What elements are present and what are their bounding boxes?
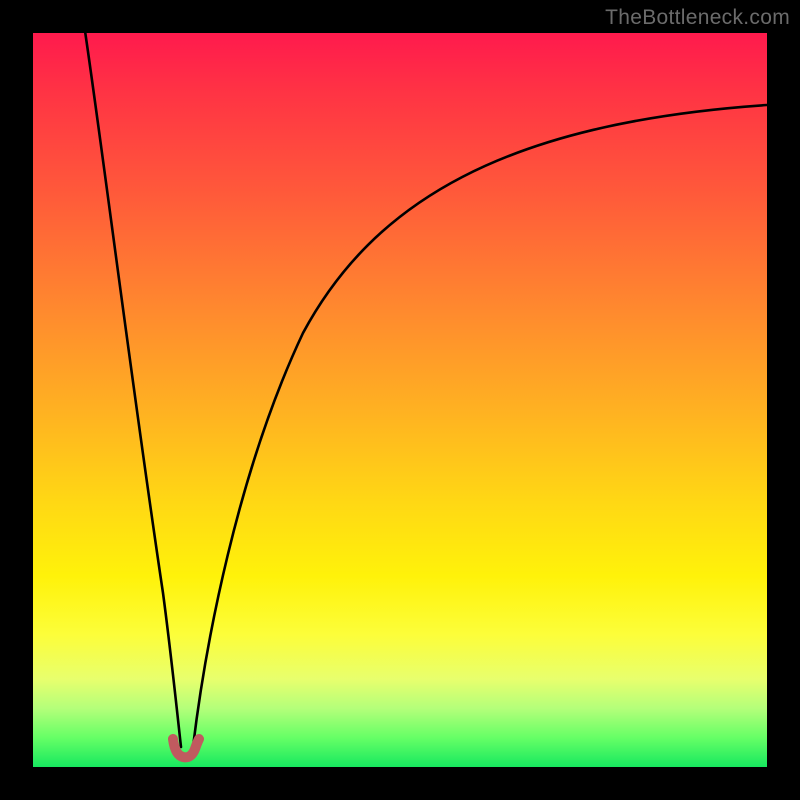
curve-right-branch [193, 105, 767, 747]
watermark-text: TheBottleneck.com [605, 6, 790, 30]
valley-marker [173, 739, 199, 757]
chart-frame: TheBottleneck.com [0, 0, 800, 800]
plot-area [33, 33, 767, 767]
chart-svg [33, 33, 767, 767]
curve-left-branch [85, 31, 181, 747]
